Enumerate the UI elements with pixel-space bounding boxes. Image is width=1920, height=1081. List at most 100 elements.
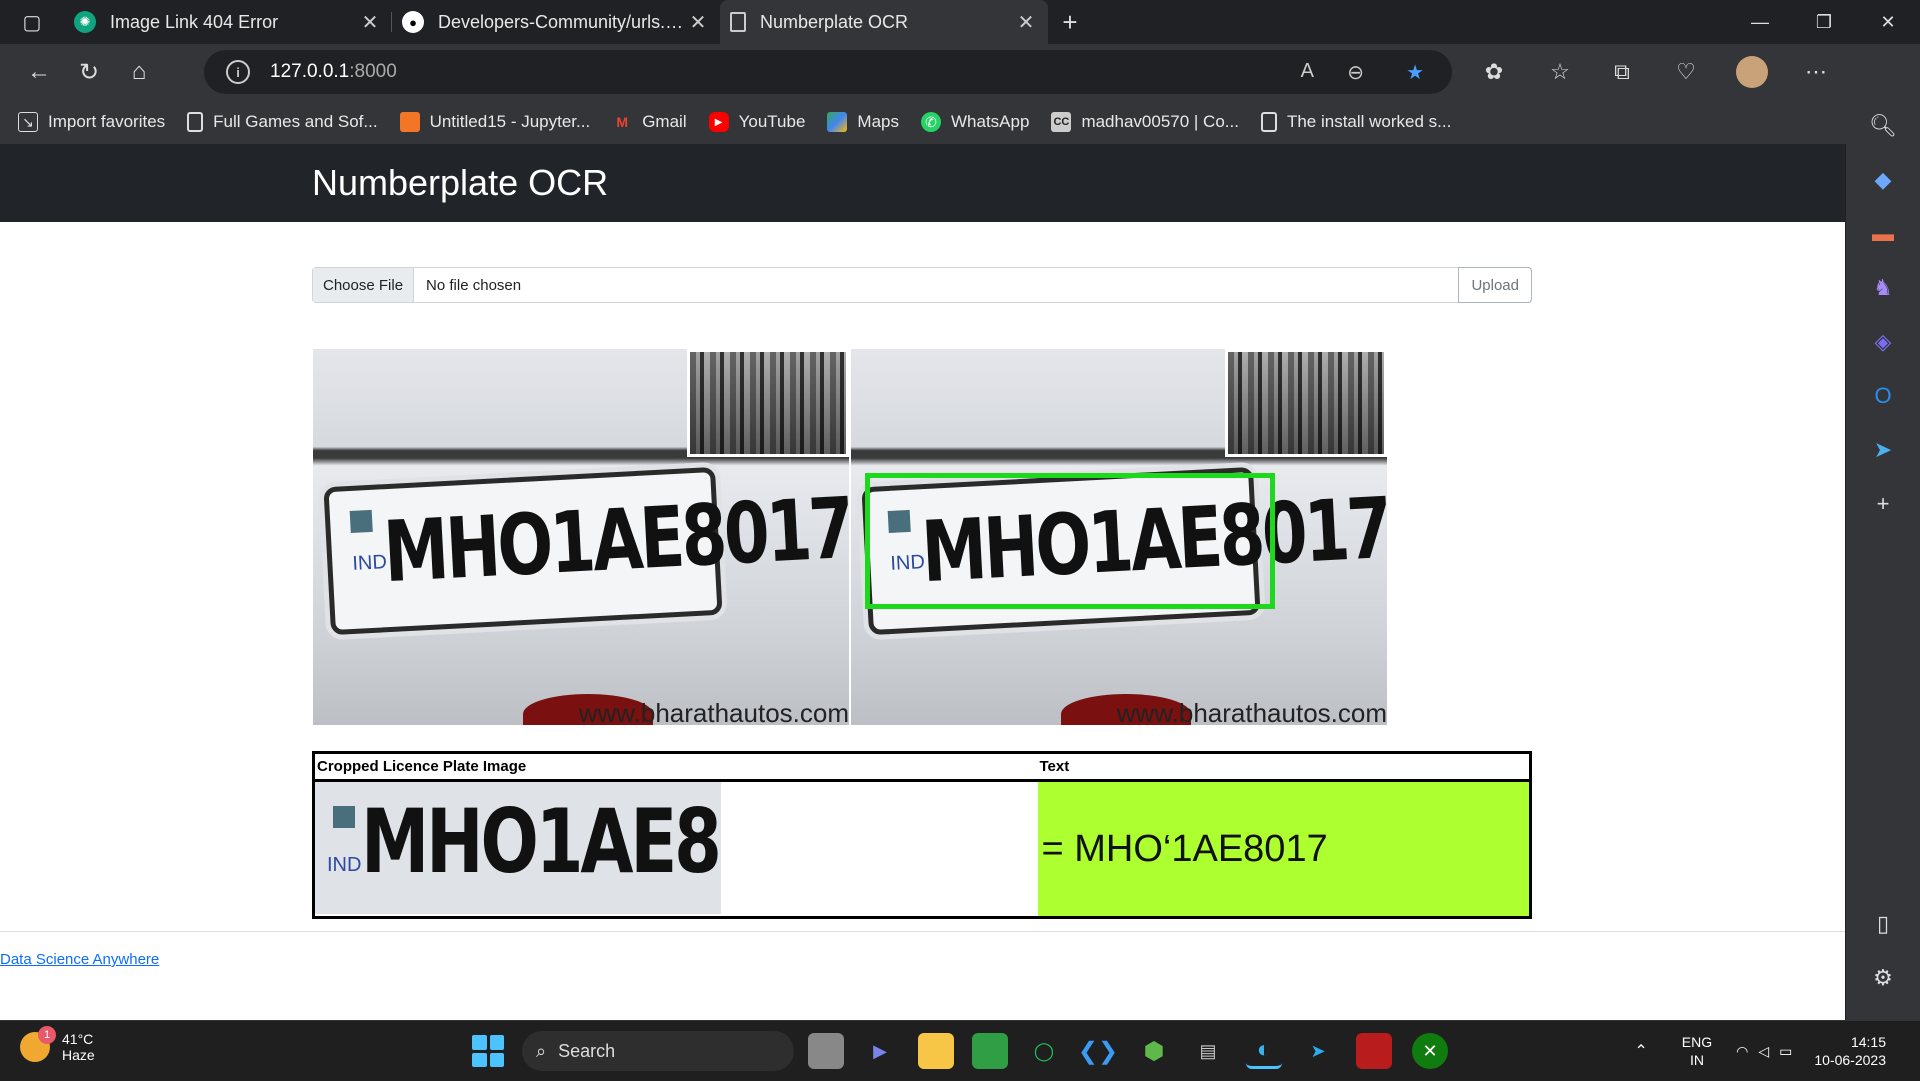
send-icon[interactable]: ➤ (1861, 428, 1905, 472)
telegram-icon[interactable]: ➤ (1300, 1033, 1336, 1069)
table-header-row: Cropped Licence Plate Image Text (313, 752, 1531, 782)
split-view-icon[interactable]: ▯ (1861, 902, 1905, 946)
wifi-icon[interactable]: ◠ (1736, 1043, 1748, 1060)
footer-link[interactable]: Data Science Anywhere (0, 951, 159, 968)
tab-image-link-error[interactable]: ✺ Image Link 404 Error ✕ (64, 0, 392, 44)
chevron-up-icon[interactable]: ⌃ (1634, 1041, 1647, 1061)
nodejs-icon[interactable]: ⬢ (1136, 1033, 1172, 1069)
xbox-icon[interactable]: ✕ (1412, 1033, 1448, 1069)
taskbar-search[interactable]: ⌕ Search (522, 1031, 794, 1071)
close-window-icon[interactable]: ✕ (1856, 0, 1920, 44)
watermark: www.bharathautos.com (1116, 698, 1387, 725)
back-icon[interactable]: ← (14, 50, 64, 94)
bookmark-youtube[interactable]: ▶ YouTube (708, 112, 806, 132)
site-navbar: Numberplate OCR (0, 144, 1845, 222)
cropped-plate-image: IND MHO1AE8017 (315, 782, 721, 914)
bookmark-full-games[interactable]: Full Games and Sof... (187, 112, 378, 132)
vscode-icon[interactable]: ❮❯ (1078, 1033, 1118, 1069)
minimize-icon[interactable]: — (1728, 0, 1792, 44)
edge-icon[interactable]: ◐ (1246, 1033, 1282, 1069)
detected-image: IND MHO1AE8017 www.bharathautos.com (851, 349, 1387, 725)
tab-github-urls[interactable]: ● Developers-Community/urls.py at ✕ (392, 0, 720, 44)
favorites-icon[interactable]: ☆ (1538, 50, 1582, 94)
start-button[interactable] (472, 1035, 504, 1067)
outlook-icon[interactable]: O (1861, 374, 1905, 418)
upload-button[interactable]: Upload (1458, 267, 1532, 303)
plate-country-code: IND (351, 551, 388, 575)
bookmark-maps[interactable]: Maps (827, 112, 899, 132)
file-explorer-icon[interactable] (918, 1033, 954, 1069)
chatgpt-icon: ✺ (74, 11, 96, 33)
whatsapp-icon: ✆ (921, 112, 941, 132)
weather-condition: Haze (62, 1047, 95, 1063)
task-view-icon[interactable] (808, 1033, 844, 1069)
teams-icon[interactable]: ▶ (862, 1033, 898, 1069)
search-label: Search (558, 1040, 616, 1061)
web-page: Numberplate OCR Choose File No file chos… (0, 144, 1845, 1020)
zoom-icon[interactable]: ⊖ (1347, 60, 1364, 85)
bookmark-label: Untitled15 - Jupyter... (429, 112, 591, 131)
maps-icon (827, 112, 848, 132)
settings-gear-icon[interactable]: ⚙ (1861, 956, 1905, 1000)
close-tab-icon[interactable]: ✕ (686, 10, 710, 35)
bookmark-jupyter[interactable]: Untitled15 - Jupyter... (399, 112, 591, 132)
search-icon[interactable]: 🔍︎ (1861, 104, 1905, 148)
bookmark-label: WhatsApp (951, 112, 1030, 131)
close-tab-icon[interactable]: ✕ (358, 10, 382, 35)
language-indicator[interactable]: ENG IN (1682, 1033, 1712, 1069)
lang-region: IN (1689, 1052, 1704, 1068)
choose-file-button[interactable]: Choose File (313, 268, 415, 302)
volume-icon[interactable]: ◁ (1758, 1043, 1769, 1060)
system-tray: ⌃ ENG IN ◠ ◁ ▭ 14:15 10-06-2023 (1634, 1021, 1920, 1081)
photos-icon[interactable] (972, 1033, 1008, 1069)
games-icon[interactable]: ♞ (1861, 266, 1905, 310)
bookmarks-bar: ↘ Import favorites Full Games and Sof... … (0, 100, 1846, 144)
close-tab-icon[interactable]: ✕ (1014, 10, 1038, 35)
page-icon (187, 112, 204, 132)
refresh-icon[interactable]: ↻ (64, 50, 114, 94)
tools-icon[interactable]: ▬ (1861, 212, 1905, 256)
collections-icon[interactable]: ⧉ (1600, 50, 1644, 94)
home-icon[interactable]: ⌂ (114, 50, 164, 94)
extensions-icon[interactable]: ✿ (1472, 50, 1516, 94)
bookmark-gmail[interactable]: M Gmail (612, 112, 686, 132)
refresh-app-icon[interactable]: ◯ (1026, 1033, 1062, 1069)
profile-avatar[interactable] (1730, 50, 1774, 94)
restore-icon[interactable]: ❐ (1792, 0, 1856, 44)
performance-icon[interactable]: ♡ (1664, 50, 1708, 94)
app-red-icon[interactable] (1356, 1033, 1392, 1069)
battery-icon[interactable]: ▭ (1779, 1043, 1792, 1060)
youtube-icon: ▶ (708, 112, 729, 132)
tab-title: Image Link 404 Error (110, 11, 279, 32)
bookmark-label: YouTube (738, 112, 806, 131)
tab-numberplate-ocr[interactable]: Numberplate OCR ✕ (720, 0, 1048, 44)
temperature: 41°C (62, 1031, 94, 1047)
shopping-tag-icon[interactable]: ◆ (1861, 158, 1905, 202)
store-icon[interactable]: ▤ (1190, 1033, 1226, 1069)
notification-badge: 1 (38, 1026, 56, 1044)
license-plate: IND MHO1AE8017 (323, 466, 849, 636)
hologram-square (349, 509, 373, 533)
more-icon[interactable]: ⋯ (1794, 50, 1838, 94)
site-brand[interactable]: Numberplate OCR (312, 162, 608, 204)
bookmark-install-worked[interactable]: The install worked s... (1260, 112, 1451, 132)
traffic-thumbnail (1225, 349, 1387, 457)
file-status-text: No file chosen (426, 276, 522, 294)
bookmark-whatsapp[interactable]: ✆ WhatsApp (921, 112, 1029, 132)
favorite-star-icon[interactable]: ★ (1406, 60, 1424, 85)
site-info-icon[interactable]: i (226, 60, 250, 84)
bookmark-madhav[interactable]: CC madhav00570 | Co... (1051, 112, 1239, 132)
column-header-text: Text (1037, 752, 1531, 782)
clock[interactable]: 14:15 10-06-2023 (1814, 1033, 1886, 1069)
bookmark-import-favorites[interactable]: ↘ Import favorites (18, 112, 165, 132)
tab-actions-icon[interactable]: ▢ (0, 0, 64, 44)
new-tab-button[interactable]: + (1048, 0, 1092, 44)
read-aloud-icon[interactable]: A (1301, 60, 1314, 83)
microsoft-365-icon[interactable]: ◈ (1861, 320, 1905, 364)
text-cell: = MHO‘1AE8017 (1037, 781, 1531, 918)
address-bar[interactable]: i 127.0.0.1:8000 A ⊖ ★ (204, 50, 1452, 94)
cropped-cell: IND MHO1AE8017 (314, 781, 1038, 918)
weather-widget[interactable]: 1 41°C Haze (20, 1026, 95, 1063)
results-table: Cropped Licence Plate Image Text IND MHO… (312, 751, 1532, 919)
add-icon[interactable]: + (1861, 482, 1905, 526)
